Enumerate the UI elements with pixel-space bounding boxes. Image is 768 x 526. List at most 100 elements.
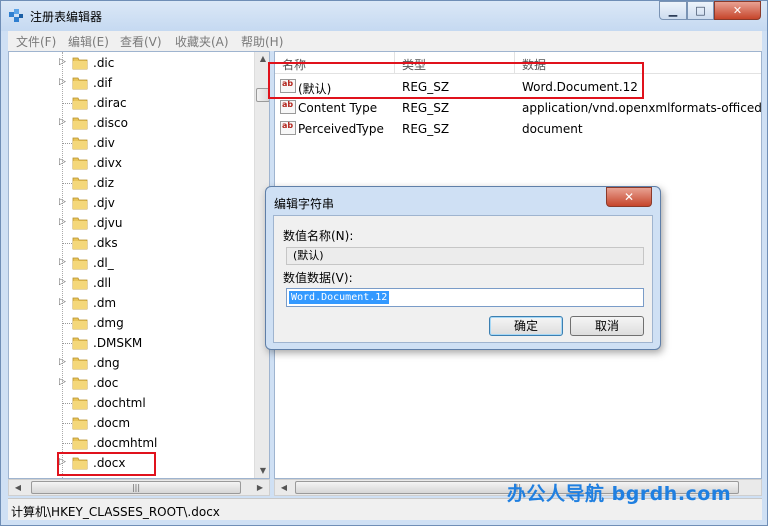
expand-arrow-icon[interactable]: ▷	[59, 377, 67, 387]
folder-icon	[72, 417, 88, 430]
tree-item[interactable]: ▷ .disco	[9, 113, 254, 133]
tree-item[interactable]: ▷ .dif	[9, 73, 254, 93]
tree-item-label: .dks	[93, 236, 118, 250]
tree-item[interactable]: ▷ .djv	[9, 193, 254, 213]
expand-arrow-icon[interactable]: ▷	[59, 117, 67, 127]
scroll-left-arrow-icon[interactable]: ◀	[10, 483, 26, 492]
scroll-down-arrow-icon[interactable]: ▼	[255, 466, 269, 475]
highlight-docx-box	[57, 452, 156, 476]
value-name-label: 数值名称(N):	[283, 229, 354, 243]
expand-arrow-icon[interactable]: ▷	[59, 357, 67, 367]
edit-string-dialog: 编辑字符串 ✕ 数值名称(N): (默认) 数值数据(V): Word.Docu…	[265, 186, 661, 350]
tree-item[interactable]: ▷ .djvu	[9, 213, 254, 233]
registry-editor-window: 注册表编辑器 ▁ □ ✕ 文件(F) 编辑(E) 查看(V) 收藏夹(A) 帮助…	[0, 0, 768, 526]
tree-item-label: .doc	[93, 376, 119, 390]
tree-item-label: .dm	[93, 296, 117, 310]
tree-item-label: .divx	[93, 156, 122, 170]
tree-item[interactable]: .dochtml	[9, 393, 254, 413]
menu-help[interactable]: 帮助(H)	[241, 33, 283, 50]
registry-path: 计算机\HKEY_CLASSES_ROOT\.docx	[11, 505, 220, 519]
tree-connector	[62, 443, 72, 444]
value-data-input[interactable]: Word.Document.12	[286, 288, 644, 307]
tree-item-label: .dll	[93, 276, 112, 290]
registry-editor-icon	[9, 9, 23, 22]
tree-item[interactable]: ▷ .doc	[9, 373, 254, 393]
expand-arrow-icon[interactable]: ▷	[59, 217, 67, 227]
tree-connector	[62, 403, 72, 404]
expand-arrow-icon[interactable]: ▷	[59, 77, 67, 87]
value-row[interactable]: ab Content Type REG_SZ application/vnd.open…	[275, 97, 762, 118]
folder-icon	[72, 297, 88, 310]
tree-item[interactable]: .dmg	[9, 313, 254, 333]
folder-icon	[72, 277, 88, 290]
tree-item[interactable]: .dks	[9, 233, 254, 253]
folder-icon	[72, 217, 88, 230]
tree-item-label: .dic	[93, 56, 115, 70]
expand-arrow-icon[interactable]: ▷	[59, 297, 67, 307]
value-data: application/vnd.openxmlformats-officedc	[522, 101, 762, 115]
folder-icon	[72, 317, 88, 330]
tree-item[interactable]: ▷ .dng	[9, 353, 254, 373]
tree-item-label: .dirac	[93, 96, 127, 110]
tree-item-label: .dmg	[93, 316, 124, 330]
folder-icon	[72, 97, 88, 110]
folder-icon	[72, 237, 88, 250]
close-button[interactable]: ✕	[714, 1, 761, 20]
maximize-button[interactable]: □	[687, 1, 714, 20]
folder-icon	[72, 337, 88, 350]
tree-item[interactable]: ▷ .dic	[9, 53, 254, 73]
menu-file[interactable]: 文件(F)	[16, 33, 56, 50]
window-title: 注册表编辑器	[30, 10, 103, 24]
tree-hscroll-thumb[interactable]: |||	[31, 481, 241, 494]
tree-item[interactable]: .docm	[9, 413, 254, 433]
tree-connector	[62, 183, 72, 184]
tree-item[interactable]: ▷ .divx	[9, 153, 254, 173]
tree-item-label: .docm	[93, 416, 131, 430]
ok-button[interactable]: 确定	[489, 316, 563, 336]
folder-icon	[72, 437, 88, 450]
tree-item[interactable]: .docmhtml	[9, 433, 254, 453]
tree-connector	[62, 143, 72, 144]
value-data: document	[522, 122, 583, 136]
folder-icon	[72, 57, 88, 70]
expand-arrow-icon[interactable]: ▷	[59, 277, 67, 287]
highlight-default-value-box	[268, 62, 644, 99]
scroll-left-arrow-icon[interactable]: ◀	[276, 483, 292, 492]
string-value-icon: ab	[280, 121, 296, 135]
folder-icon	[72, 197, 88, 210]
tree-item[interactable]: .div	[9, 133, 254, 153]
tree-connector	[62, 243, 72, 244]
registry-tree: ▷ .dic ▷ .dif .dirac ▷ .disco .div ▷ .divx .diz ▷ .d…	[8, 51, 270, 479]
expand-arrow-icon[interactable]: ▷	[59, 157, 67, 167]
expand-arrow-icon[interactable]: ▷	[59, 197, 67, 207]
dialog-close-button[interactable]: ✕	[606, 187, 652, 207]
minimize-button[interactable]: ▁	[659, 1, 687, 20]
folder-icon	[72, 377, 88, 390]
folder-icon	[72, 257, 88, 270]
tree-item[interactable]: ▷ .dll	[9, 273, 254, 293]
tree-connector	[62, 103, 72, 104]
scroll-right-arrow-icon[interactable]: ▶	[252, 483, 268, 492]
expand-arrow-icon[interactable]: ▷	[59, 257, 67, 267]
string-value-icon: ab	[280, 100, 296, 114]
tree-item[interactable]: .dirac	[9, 93, 254, 113]
menu-edit[interactable]: 编辑(E)	[68, 33, 109, 50]
tree-item[interactable]: .DMSKM	[9, 333, 254, 353]
tree-item-label: .djvu	[93, 216, 123, 230]
watermark-logo: 办公人导航 bgrdh.com	[507, 483, 732, 505]
value-name-field: (默认)	[286, 247, 644, 265]
tree-item-label: .dochtml	[93, 396, 146, 410]
tree-item-label: .djv	[93, 196, 115, 210]
tree-item[interactable]: ▷ .dm	[9, 293, 254, 313]
tree-item[interactable]: .diz	[9, 173, 254, 193]
tree-item[interactable]: ▷ .dl_	[9, 253, 254, 273]
dialog-body: 数值名称(N): (默认) 数值数据(V): Word.Document.12 …	[273, 215, 653, 343]
cancel-button[interactable]: 取消	[570, 316, 644, 336]
expand-arrow-icon[interactable]: ▷	[59, 57, 67, 67]
tree-horizontal-scrollbar[interactable]: ◀ ||| ▶	[8, 479, 270, 496]
folder-icon	[72, 137, 88, 150]
menu-bar: 文件(F) 编辑(E) 查看(V) 收藏夹(A) 帮助(H)	[8, 31, 762, 51]
menu-favorites[interactable]: 收藏夹(A)	[175, 33, 229, 50]
value-row[interactable]: ab PerceivedType REG_SZ document	[275, 118, 761, 139]
menu-view[interactable]: 查看(V)	[120, 33, 162, 50]
